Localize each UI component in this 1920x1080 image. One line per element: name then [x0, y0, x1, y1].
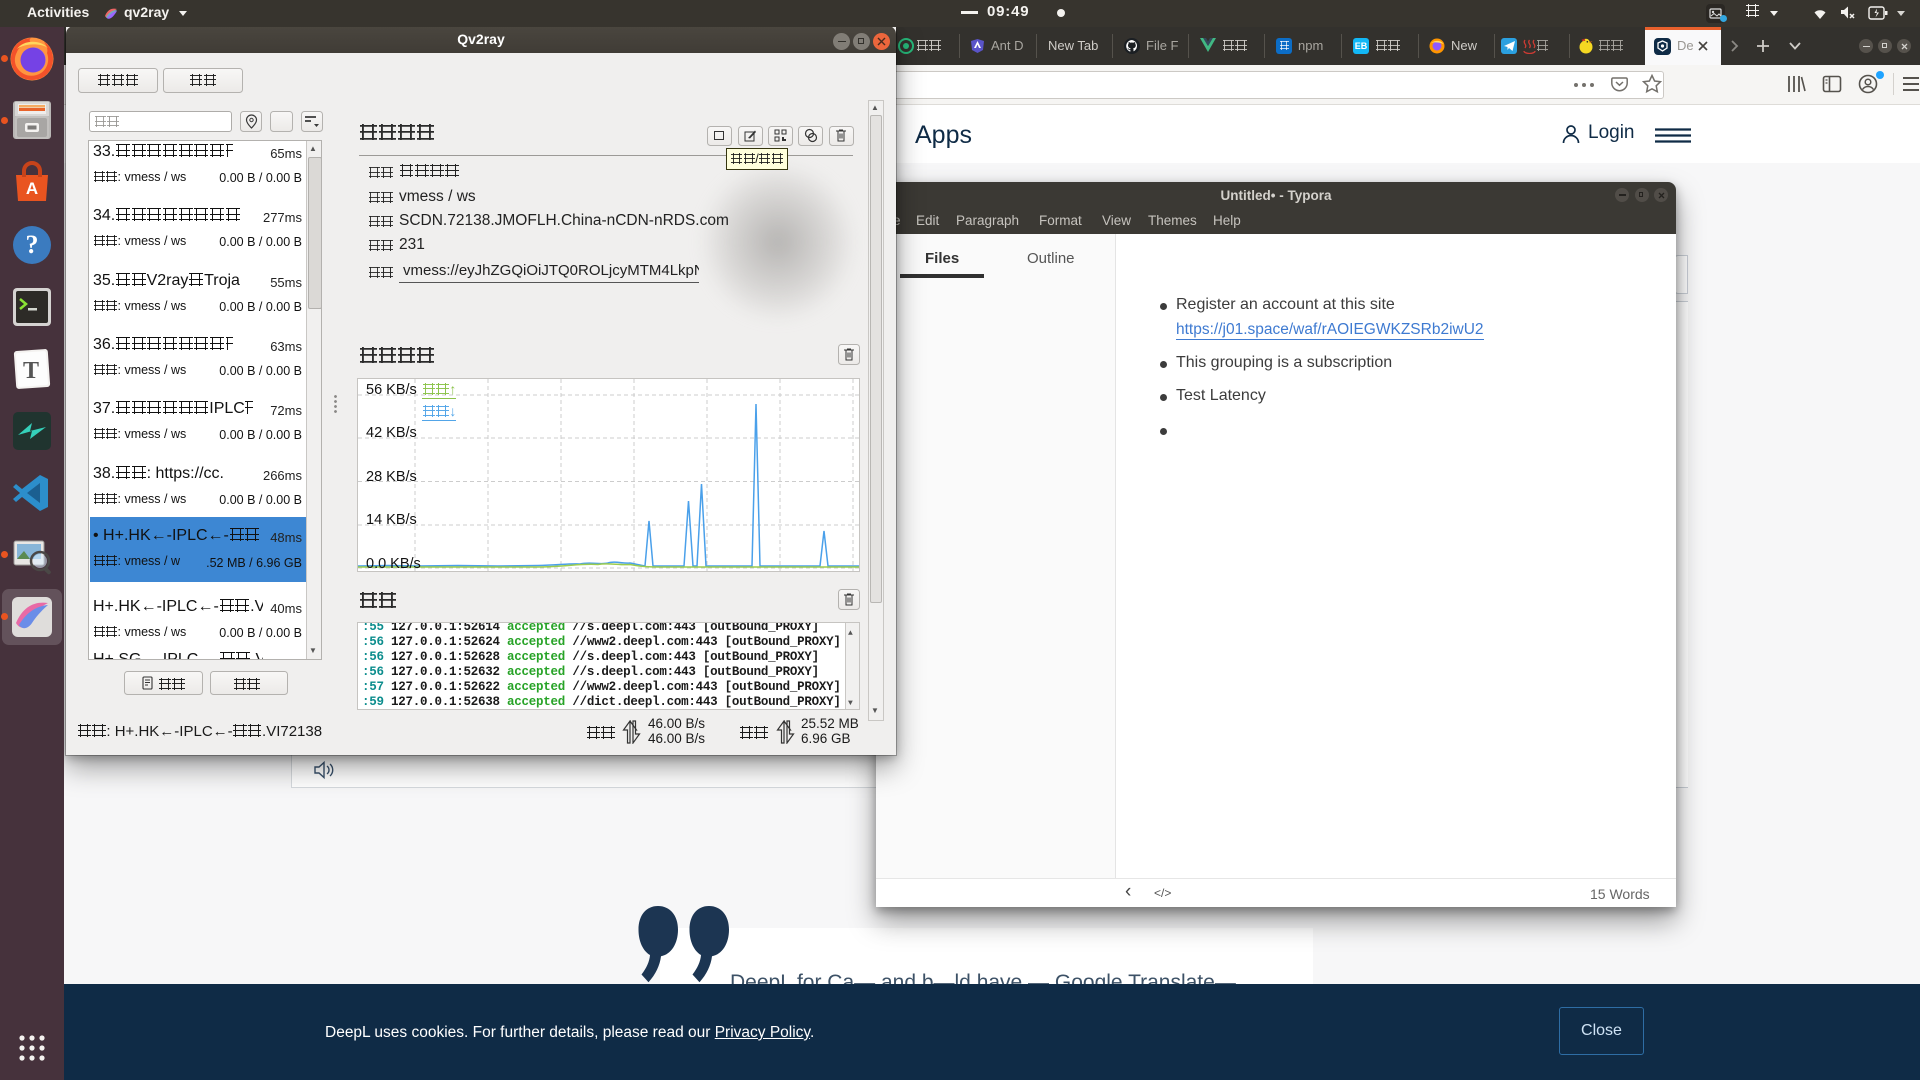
svg-text:A: A	[26, 179, 38, 198]
svg-text:T: T	[23, 358, 39, 384]
svg-text:?: ?	[26, 230, 39, 259]
